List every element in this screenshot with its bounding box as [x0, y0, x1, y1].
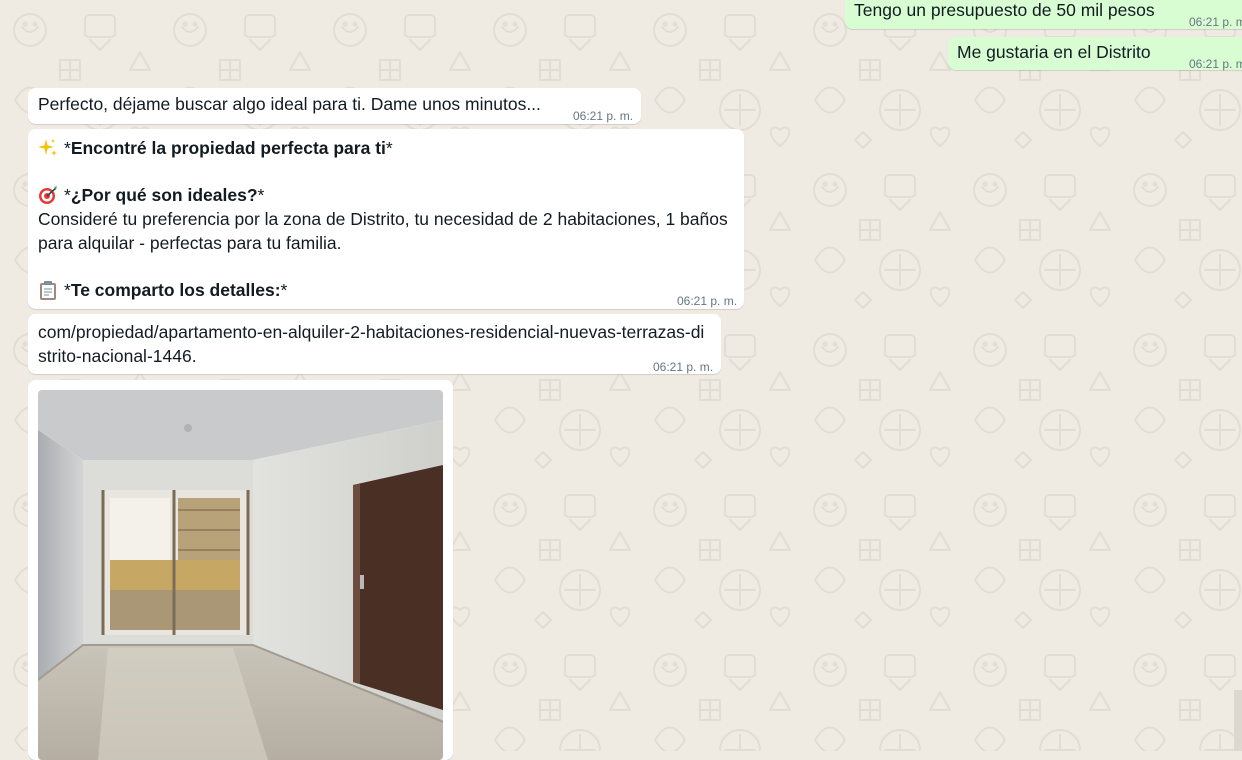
incoming-message-property[interactable]: *Encontré la propiedad perfecta para ti*… — [28, 129, 744, 309]
why-bold: ¿Por qué son ideales? — [70, 185, 258, 205]
message-timestamp: 06:21 p. m. — [653, 360, 714, 374]
incoming-message[interactable]: Perfecto, déjame buscar algo ideal para … — [28, 88, 641, 124]
sparkles-icon — [38, 138, 58, 158]
property-link[interactable]: com/propiedad/apartamento-en-alquiler-2-… — [38, 320, 713, 368]
message-text: Perfecto, déjame buscar algo ideal para … — [38, 94, 541, 114]
message-line-why: *¿Por qué son ideales?* — [38, 183, 738, 207]
details-bold: Te comparto los detalles: — [70, 280, 281, 300]
message-timestamp: 06:21 p. m. — [1189, 15, 1242, 29]
message-text: Me gustaria en el Distrito — [957, 42, 1151, 62]
incoming-message-link[interactable]: com/propiedad/apartamento-en-alquiler-2-… — [28, 314, 721, 374]
message-timestamp: 06:21 p. m. — [1189, 57, 1242, 71]
message-timestamp: 06:21 p. m. — [677, 294, 738, 308]
message-text: Tengo un presupuesto de 50 mil pesos — [854, 0, 1155, 20]
incoming-message-image[interactable] — [28, 380, 453, 760]
message-line-why-body: Consideré tu preferencia por la zona de … — [38, 209, 728, 253]
window-edge — [1234, 690, 1242, 751]
clipboard-icon — [38, 280, 58, 300]
message-timestamp: 06:21 p. m. — [573, 109, 634, 123]
outgoing-message[interactable]: Tengo un presupuesto de 50 mil pesos 06:… — [845, 0, 1242, 29]
heading-bold: Encontré la propiedad perfecta para ti — [70, 138, 386, 158]
outgoing-message[interactable]: Me gustaria en el Distrito 06:21 p. m. — [948, 37, 1242, 71]
message-line-heading: *Encontré la propiedad perfecta para ti* — [38, 136, 738, 160]
apartment-room-photo[interactable] — [38, 390, 443, 760]
message-line-details: *Te comparto los detalles:* — [38, 278, 738, 302]
direct-hit-icon — [38, 185, 58, 205]
